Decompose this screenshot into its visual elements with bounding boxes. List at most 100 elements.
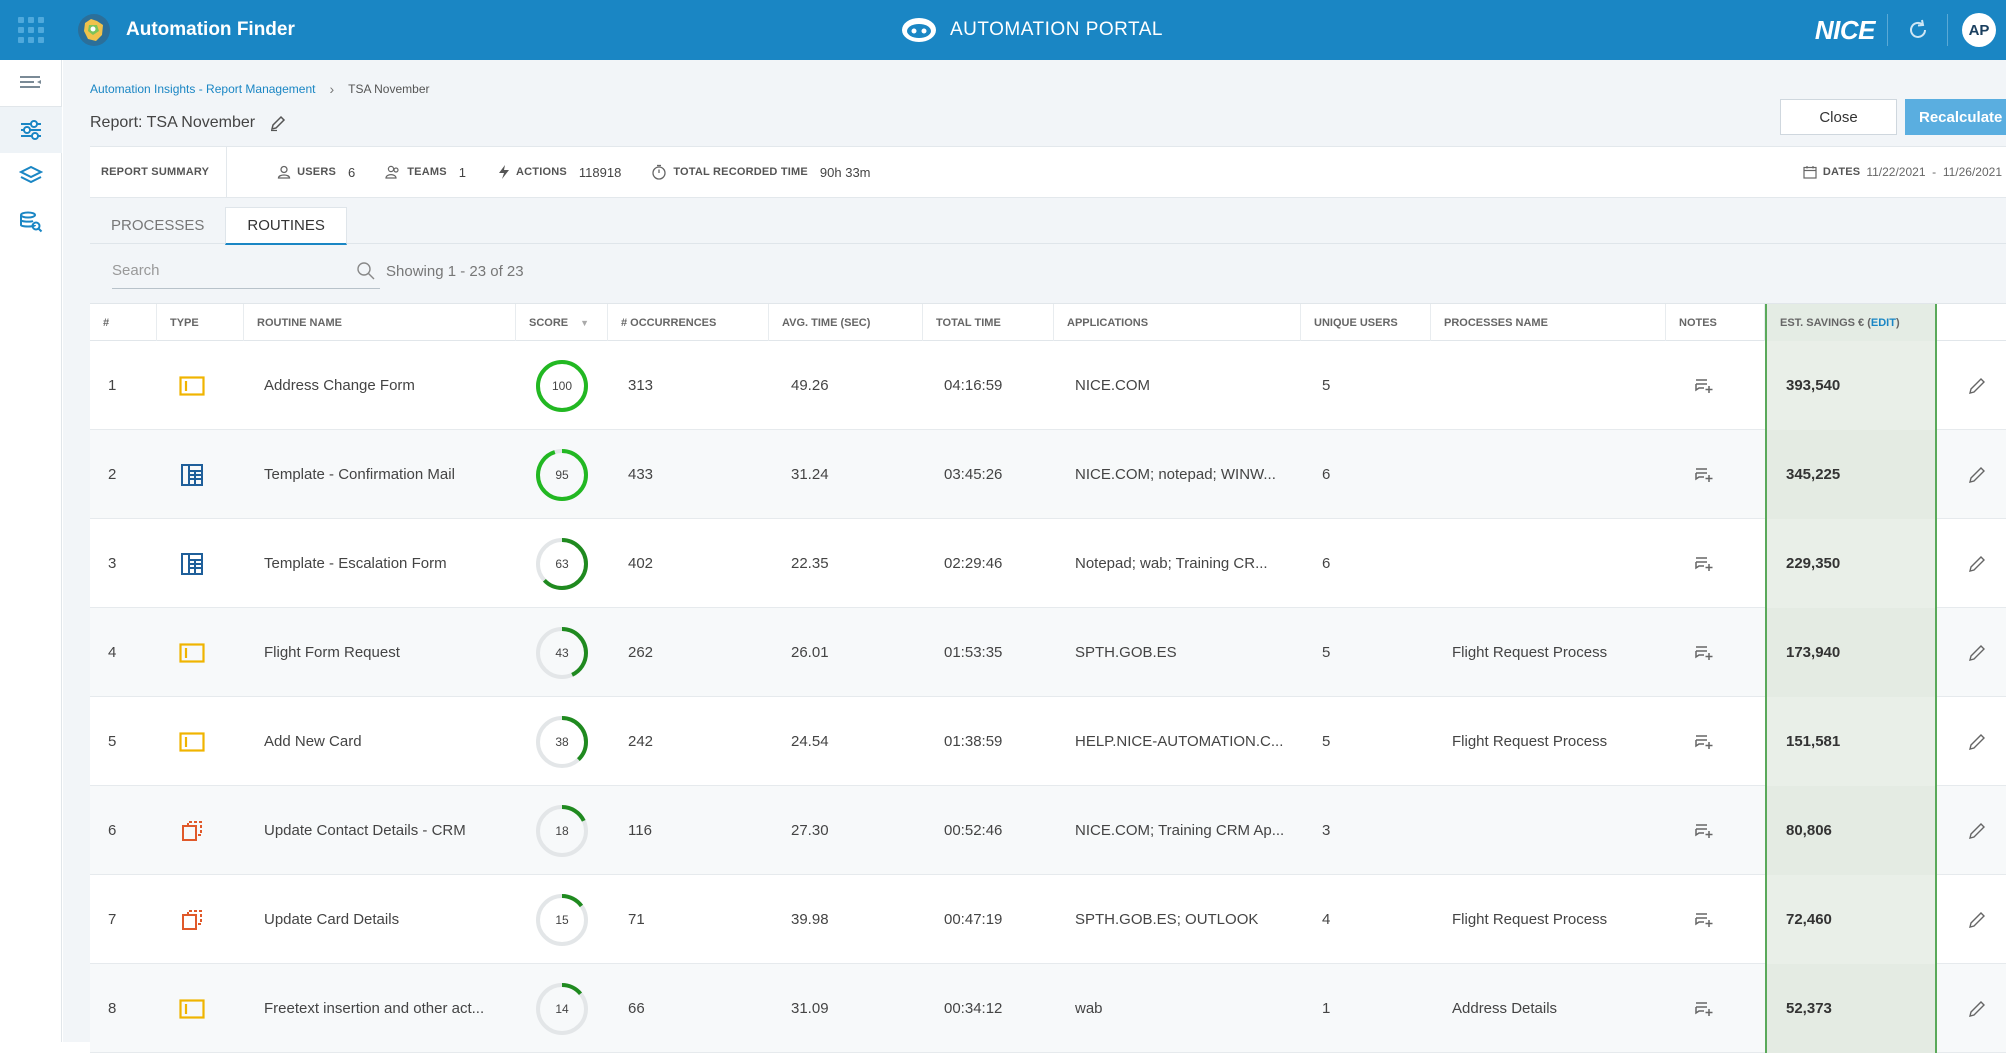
edit-row-pencil-icon[interactable]: [1965, 819, 1989, 843]
table-row[interactable]: 2 Template - Confirmation Mail 95 433 31…: [90, 430, 2006, 519]
portal-title-text: AUTOMATION PORTAL: [950, 19, 1163, 40]
col-number[interactable]: #: [90, 304, 157, 341]
col-unique-users[interactable]: UNIQUE USERS: [1301, 304, 1431, 341]
refresh-icon: [1909, 19, 1926, 38]
breadcrumb-parent-link[interactable]: Automation Insights - Report Management: [90, 82, 315, 96]
row-occurrences: 242: [628, 733, 654, 750]
table-row[interactable]: 6 Update Contact Details - CRM 18 116 27…: [90, 786, 2006, 875]
col-notes[interactable]: NOTES: [1666, 304, 1765, 341]
col-processes-name[interactable]: PROCESSES NAME: [1431, 304, 1666, 341]
row-notes-cell: [1666, 430, 1765, 519]
user-avatar[interactable]: AP: [1962, 13, 1996, 47]
row-edit-cell: [1937, 875, 2006, 964]
col-est-savings[interactable]: EST. SAVINGS € (EDIT): [1765, 304, 1937, 341]
row-edit-cell: [1937, 786, 2006, 875]
edit-row-pencil-icon[interactable]: [1965, 730, 1989, 754]
table-row[interactable]: 7 Update Card Details 15 71 39.98 00:47:…: [90, 875, 2006, 964]
add-note-icon[interactable]: [1692, 730, 1716, 754]
table-row[interactable]: 8 Freetext insertion and other act... 14…: [90, 964, 2006, 1053]
row-processes-name: [1431, 341, 1666, 430]
col-total-time[interactable]: TOTAL TIME: [923, 304, 1054, 341]
recalculate-button[interactable]: Recalculate: [1905, 99, 2006, 135]
main-content: Automation Insights - Report Management …: [63, 60, 2006, 1053]
edit-row-pencil-icon[interactable]: [1965, 641, 1989, 665]
col-avg-time[interactable]: AVG. TIME (SEC): [769, 304, 923, 341]
row-applications: SPTH.GOB.ES: [1075, 644, 1177, 661]
row-est-savings: 151,581: [1765, 697, 1937, 786]
row-number: 7: [108, 911, 117, 928]
robot-icon: [902, 18, 936, 42]
add-note-icon[interactable]: [1692, 552, 1716, 576]
add-note-icon[interactable]: [1692, 641, 1716, 665]
close-button[interactable]: Close: [1780, 99, 1897, 135]
row-edit-cell: [1937, 430, 2006, 519]
search-input[interactable]: [112, 262, 332, 279]
row-processes-name: Flight Request Process: [1452, 733, 1608, 750]
row-edit-cell: [1937, 341, 2006, 430]
add-note-icon[interactable]: [1692, 374, 1716, 398]
row-edit-cell: [1937, 608, 2006, 697]
score-ring: 14: [534, 981, 590, 1037]
score-ring: 15: [534, 892, 590, 948]
lightning-icon: [499, 165, 509, 179]
row-type-cell: [157, 519, 244, 608]
row-routine-name[interactable]: Add New Card: [244, 697, 516, 786]
row-routine-name[interactable]: Flight Form Request: [244, 608, 516, 697]
add-note-icon[interactable]: [1692, 997, 1716, 1021]
row-routine-name[interactable]: Template - Confirmation Mail: [244, 430, 516, 519]
row-number: 2: [108, 466, 117, 483]
col-applications[interactable]: APPLICATIONS: [1054, 304, 1301, 341]
row-routine-name[interactable]: Freetext insertion and other act...: [244, 964, 516, 1053]
row-number: 8: [108, 1000, 117, 1017]
edit-row-pencil-icon[interactable]: [1965, 997, 1989, 1021]
edit-row-pencil-icon[interactable]: [1965, 374, 1989, 398]
tab-routines[interactable]: ROUTINES: [225, 207, 347, 245]
edit-title-pencil-icon[interactable]: [269, 114, 287, 132]
table-row[interactable]: 1 Address Change Form 100 313 49.26 04:1…: [90, 341, 2006, 430]
layers-icon: [19, 165, 43, 184]
row-notes-cell: [1666, 875, 1765, 964]
row-routine-name[interactable]: Template - Escalation Form: [244, 519, 516, 608]
tab-processes[interactable]: PROCESSES: [90, 207, 225, 244]
est-savings-label: EST. SAVINGS € (: [1780, 316, 1871, 329]
table-row[interactable]: 3 Template - Escalation Form 63 402 22.3…: [90, 519, 2006, 608]
col-type[interactable]: TYPE: [157, 304, 244, 341]
recorded-time-label: TOTAL RECORDED TIME: [673, 166, 808, 178]
row-score-cell: 18: [516, 786, 608, 875]
edit-savings-link[interactable]: EDIT: [1871, 317, 1896, 329]
col-routine-name[interactable]: ROUTINE NAME: [244, 304, 516, 341]
row-total-time: 03:45:26: [944, 466, 1003, 483]
refresh-button[interactable]: [1888, 14, 1948, 46]
team-icon: [385, 165, 399, 179]
nav-filters[interactable]: [0, 107, 62, 153]
table-row[interactable]: 4 Flight Form Request 43 262 26.01 01:53…: [90, 608, 2006, 697]
add-note-icon[interactable]: [1692, 819, 1716, 843]
app-launcher-button[interactable]: [0, 0, 62, 60]
report-title: Report: TSA November: [90, 114, 256, 131]
score-ring: 18: [534, 803, 590, 859]
edit-row-pencil-icon[interactable]: [1965, 908, 1989, 932]
row-type-cell: [157, 608, 244, 697]
report-title-row: Report: TSA November: [90, 114, 287, 132]
search-icon[interactable]: [356, 261, 376, 281]
edit-row-pencil-icon[interactable]: [1965, 463, 1989, 487]
row-routine-name[interactable]: Update Card Details: [244, 875, 516, 964]
col-score[interactable]: SCORE ▼: [516, 304, 608, 341]
database-search-icon: [20, 211, 43, 233]
row-applications: NICE.COM; Training CRM Ap...: [1075, 822, 1285, 839]
add-note-icon[interactable]: [1692, 463, 1716, 487]
row-routine-name[interactable]: Address Change Form: [244, 341, 516, 430]
teams-value: 1: [458, 164, 466, 180]
edit-row-pencil-icon[interactable]: [1965, 552, 1989, 576]
row-avg-time: 26.01: [791, 644, 829, 661]
automation-finder-logo-icon: [74, 10, 114, 50]
view-tabs: PROCESSES ROUTINES: [90, 207, 2006, 245]
add-note-icon[interactable]: [1692, 908, 1716, 932]
table-row[interactable]: 5 Add New Card 38 242 24.54 01:38:59 HEL…: [90, 697, 2006, 786]
col-occurrences[interactable]: # OCCURRENCES: [608, 304, 769, 341]
breadcrumb: Automation Insights - Report Management …: [90, 81, 430, 97]
nav-layers[interactable]: [0, 153, 62, 199]
nav-data-search[interactable]: [0, 199, 62, 245]
row-routine-name[interactable]: Update Contact Details - CRM: [244, 786, 516, 875]
collapse-menu-button[interactable]: [0, 60, 62, 106]
